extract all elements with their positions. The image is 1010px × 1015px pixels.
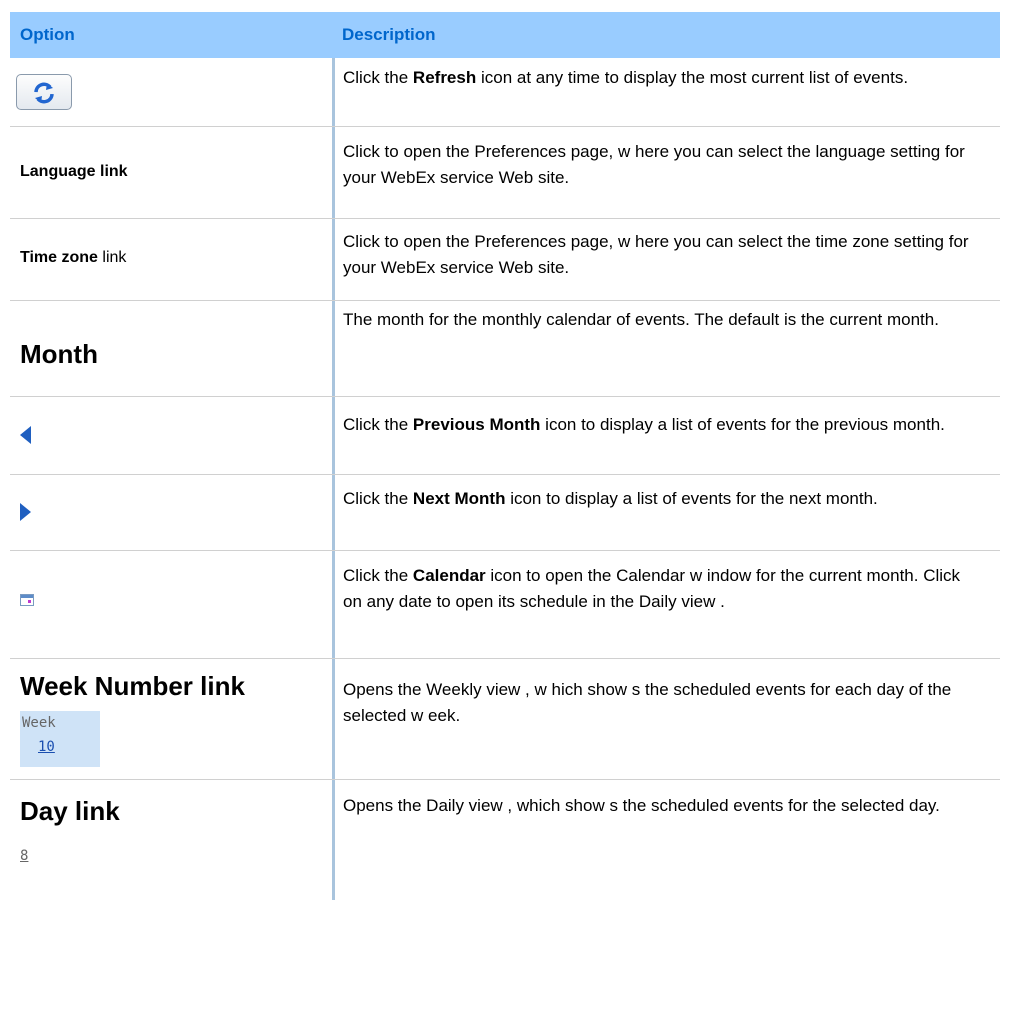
description-text: Click to open the Preferences page, w he… bbox=[343, 232, 969, 277]
description-cell: Click to open the Preferences page, w he… bbox=[332, 127, 1000, 218]
table-row: Click the Calendar icon to open the Cale… bbox=[10, 551, 1000, 659]
description-cell: Click the Refresh icon at any time to di… bbox=[332, 58, 1000, 126]
options-table: Option Description Click the Refresh ico… bbox=[10, 12, 1000, 900]
option-cell bbox=[10, 475, 332, 550]
option-cell: Day link 8 bbox=[10, 780, 332, 900]
table-row: Month The month for the monthly calendar… bbox=[10, 301, 1000, 397]
description-cell: The month for the monthly calendar of ev… bbox=[332, 301, 1000, 396]
table-row: Time zone link Click to open the Prefere… bbox=[10, 219, 1000, 301]
option-cell bbox=[10, 397, 332, 474]
table-row: Day link 8 Opens the Daily view , which … bbox=[10, 780, 1000, 900]
description-text: Opens the Daily view , which show s the … bbox=[343, 796, 940, 815]
calendar-icon[interactable] bbox=[20, 594, 34, 606]
description-text: Click the Refresh icon at any time to di… bbox=[343, 68, 909, 87]
next-month-icon[interactable] bbox=[20, 503, 31, 521]
option-cell: Language link bbox=[10, 127, 332, 218]
description-cell: Click to open the Preferences page, w he… bbox=[332, 219, 1000, 300]
description-text: Click to open the Preferences page, w he… bbox=[343, 142, 965, 187]
refresh-icon bbox=[34, 82, 54, 104]
table-row: Click the Previous Month icon to display… bbox=[10, 397, 1000, 475]
description-cell: Opens the Daily view , which show s the … bbox=[332, 780, 1000, 900]
table-row: Click the Next Month icon to display a l… bbox=[10, 475, 1000, 551]
table-row: Click the Refresh icon at any time to di… bbox=[10, 58, 1000, 127]
week-number-link-label: Week Number link bbox=[20, 671, 245, 701]
description-column-header: Description bbox=[342, 25, 436, 44]
option-cell bbox=[10, 551, 332, 658]
description-text: Click the Next Month icon to display a l… bbox=[343, 489, 878, 508]
description-cell: Opens the Weekly view , w hich show s th… bbox=[332, 659, 1000, 779]
option-cell: Week Number link Week 10 bbox=[10, 659, 332, 779]
description-text: Click the Previous Month icon to display… bbox=[343, 415, 945, 434]
language-link-label: Language link bbox=[20, 163, 128, 180]
week-number-link[interactable]: 10 bbox=[38, 739, 55, 755]
description-cell: Click the Calendar icon to open the Cale… bbox=[332, 551, 1000, 658]
previous-month-icon[interactable] bbox=[20, 426, 31, 444]
description-cell: Click the Next Month icon to display a l… bbox=[332, 475, 1000, 550]
month-label: Month bbox=[20, 339, 98, 369]
table-header: Option Description bbox=[10, 12, 1000, 58]
description-text: Click the Calendar icon to open the Cale… bbox=[343, 566, 961, 611]
description-cell: Click the Previous Month icon to display… bbox=[332, 397, 1000, 474]
option-cell: Month bbox=[10, 301, 332, 396]
time-zone-link-label: Time zone link bbox=[20, 249, 127, 266]
refresh-button[interactable] bbox=[16, 74, 72, 110]
table-row: Language link Click to open the Preferen… bbox=[10, 127, 1000, 219]
option-cell bbox=[10, 58, 332, 126]
description-text: Opens the Weekly view , w hich show s th… bbox=[343, 680, 952, 725]
description-text: The month for the monthly calendar of ev… bbox=[343, 310, 939, 329]
table-row: Week Number link Week 10 Opens the Weekl… bbox=[10, 659, 1000, 780]
week-number-widget[interactable]: Week 10 bbox=[20, 711, 100, 767]
day-link-label: Day link bbox=[20, 796, 120, 826]
option-cell: Time zone link bbox=[10, 219, 332, 300]
day-number-link[interactable]: 8 bbox=[20, 848, 28, 864]
option-column-header: Option bbox=[20, 25, 75, 44]
week-label: Week bbox=[22, 715, 56, 731]
